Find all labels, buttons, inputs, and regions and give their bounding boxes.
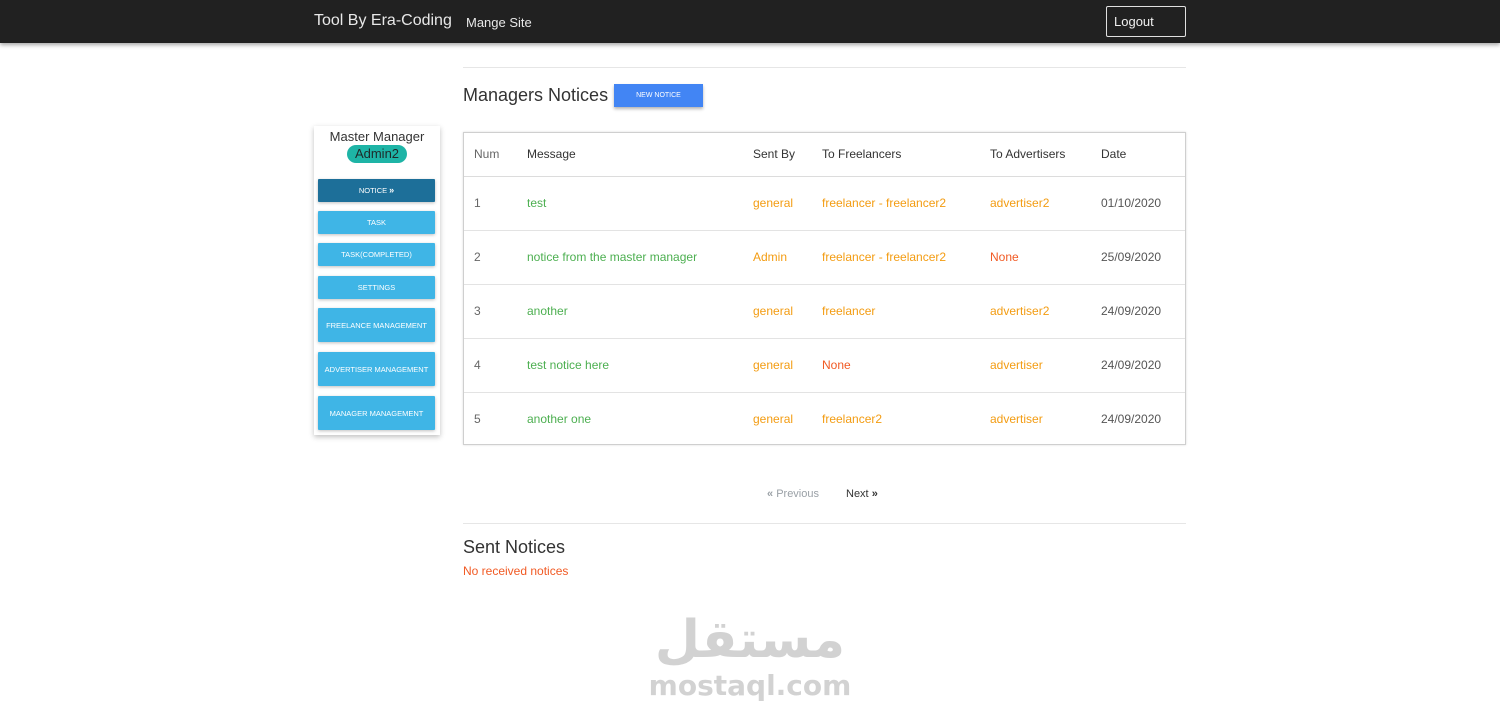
sidebar-item-freelance-management[interactable]: FREELANCE MANAGEMENT xyxy=(318,308,435,342)
cell-num: 5 xyxy=(474,412,481,427)
sidebar-item-label: TASK(COMPLETED) xyxy=(341,250,412,259)
cell-to-freelancers: freelancer - freelancer2 xyxy=(822,230,990,285)
table-header-row: Num Message Sent By To Freelancers To Ad… xyxy=(464,133,1185,177)
watermark-logo: مستقل mostaql.com xyxy=(640,610,860,702)
chevron-double-right-icon: » xyxy=(389,185,395,195)
empty-notices-message: No received notices xyxy=(463,564,569,578)
cell-to-freelancers: freelancer - freelancer2 xyxy=(822,176,990,231)
cell-num: 2 xyxy=(464,230,527,285)
sidebar-item-advertiser-management[interactable]: ADVERTISER MANAGEMENT xyxy=(318,352,435,386)
new-notice-button[interactable]: NEW NOTICE xyxy=(614,84,703,107)
cell-sent-by: Admin xyxy=(753,230,822,285)
cell-message: another one xyxy=(527,412,592,427)
sidebar-item-label: NOTICE xyxy=(358,186,388,195)
column-header-to-freelancers: To Freelancers xyxy=(822,133,990,177)
cell-to-advertisers: advertiser xyxy=(990,338,1101,393)
cell-to-advertisers: advertiser2 xyxy=(990,176,1101,231)
sidebar-item-notice[interactable]: NOTICE » xyxy=(318,179,435,202)
sidebar-item-label: FREELANCE MANAGEMENT xyxy=(326,320,427,330)
cell-to-freelancers: None xyxy=(822,338,990,393)
pagination-previous[interactable]: « Previous xyxy=(767,488,819,500)
nav-link-manage-site[interactable]: Mange Site xyxy=(466,15,532,30)
table-row: 2 notice from the master manager Admin f… xyxy=(464,230,1185,285)
table-row: 5 another one general freelancer2 advert… xyxy=(464,392,1185,446)
user-badge: Admin2 xyxy=(347,145,407,163)
sidebar-item-label: MANAGER MANAGEMENT xyxy=(329,408,424,418)
column-header-num: Num xyxy=(464,133,527,177)
brand-title[interactable]: Tool By Era-Coding xyxy=(314,12,452,30)
column-header-sent-by: Sent By xyxy=(753,133,822,177)
divider xyxy=(463,523,1186,524)
sidebar-item-manager-management[interactable]: MANAGER MANAGEMENT xyxy=(318,396,435,430)
cell-to-advertisers: None xyxy=(990,230,1101,285)
logout-button[interactable]: Logout xyxy=(1106,6,1186,37)
cell-sent-by: general xyxy=(753,284,822,339)
sent-notices-title: Sent Notices xyxy=(463,537,566,557)
cell-date: 24/09/2020 xyxy=(1101,412,1162,427)
table-row: 1 test general freelancer - freelancer2 … xyxy=(464,176,1185,231)
cell-date: 01/10/2020 xyxy=(1101,176,1185,231)
cell-message: notice from the master manager xyxy=(527,230,753,285)
cell-date: 24/09/2020 xyxy=(1101,338,1185,393)
page-title: Managers Notices xyxy=(463,85,609,105)
table-row: 4 test notice here general None advertis… xyxy=(464,338,1185,393)
divider xyxy=(463,67,1186,68)
cell-message: test xyxy=(527,176,753,231)
chevron-double-left-icon: « xyxy=(767,488,774,500)
sidebar: Master Manager Admin2 NOTICE » TASK TASK… xyxy=(314,126,440,435)
watermark-latin-text: mostaql.com xyxy=(648,669,852,702)
cell-to-freelancers: freelancer2 xyxy=(822,412,883,427)
cell-sent-by: general xyxy=(753,412,794,427)
cell-message: test notice here xyxy=(527,338,753,393)
cell-num: 1 xyxy=(464,176,527,231)
column-header-date: Date xyxy=(1101,133,1185,177)
sidebar-item-task[interactable]: TASK xyxy=(318,211,435,234)
pagination-previous-label: Previous xyxy=(776,488,819,500)
sidebar-role-title: Master Manager xyxy=(329,129,425,144)
column-header-to-advertisers: To Advertisers xyxy=(990,133,1101,177)
sidebar-item-task-completed[interactable]: TASK(COMPLETED) xyxy=(318,243,435,266)
sidebar-item-label: SETTINGS xyxy=(357,283,396,292)
sidebar-item-label: ADVERTISER MANAGEMENT xyxy=(324,364,429,374)
cell-sent-by: general xyxy=(753,176,822,231)
cell-date: 25/09/2020 xyxy=(1101,230,1185,285)
pagination-next-label: Next xyxy=(846,488,869,500)
cell-to-advertisers: advertiser xyxy=(990,412,1043,427)
column-header-message: Message xyxy=(527,133,753,177)
cell-date: 24/09/2020 xyxy=(1101,284,1185,339)
cell-num: 4 xyxy=(464,338,527,393)
notices-table: Num Message Sent By To Freelancers To Ad… xyxy=(463,132,1186,445)
cell-to-advertisers: advertiser2 xyxy=(990,284,1101,339)
chevron-double-right-icon: » xyxy=(871,488,878,500)
watermark-arabic-text: مستقل xyxy=(654,610,846,670)
sidebar-item-settings[interactable]: SETTINGS xyxy=(318,276,435,299)
cell-message: another xyxy=(527,284,753,339)
cell-num: 3 xyxy=(464,284,527,339)
pagination-next[interactable]: Next » xyxy=(846,488,878,500)
table-row: 3 another general freelancer advertiser2… xyxy=(464,284,1185,339)
navbar: Tool By Era-Coding Mange Site Logout xyxy=(0,0,1500,43)
cell-sent-by: general xyxy=(753,338,822,393)
cell-to-freelancers: freelancer xyxy=(822,284,990,339)
sidebar-item-label: TASK xyxy=(366,218,387,227)
